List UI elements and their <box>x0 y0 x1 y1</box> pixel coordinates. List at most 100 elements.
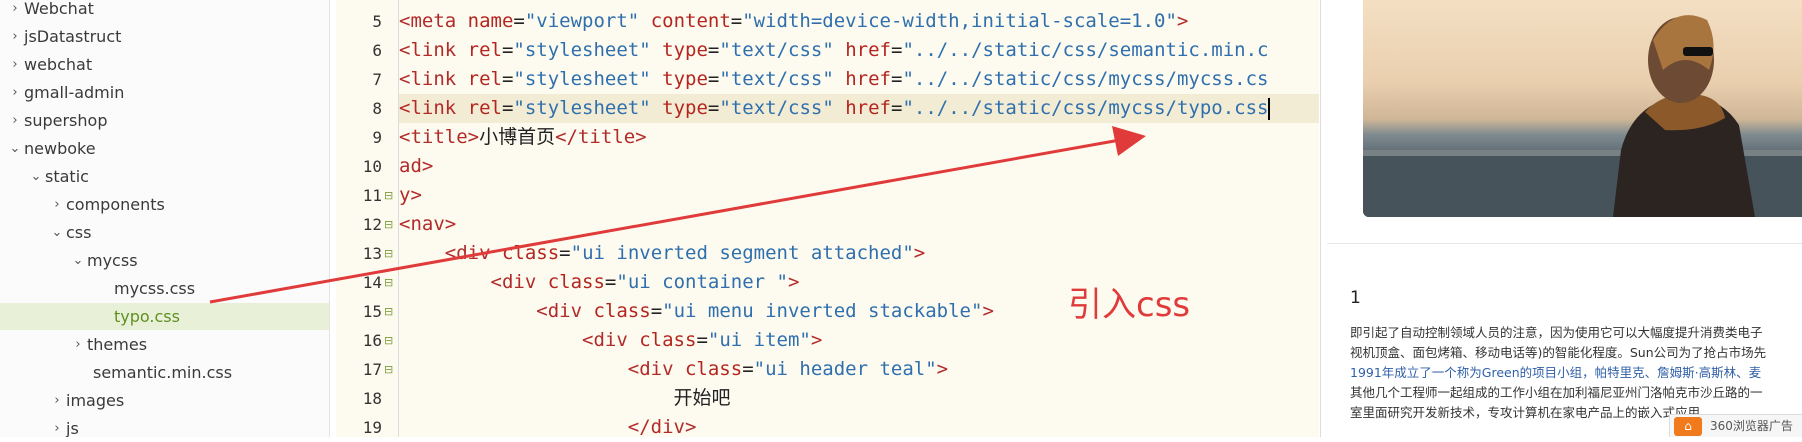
browser-ad-banner[interactable]: ⌂ 360浏览器广告 <box>1669 414 1802 437</box>
code-token: = <box>707 68 720 90</box>
code-line[interactable]: 开始吧 <box>399 384 1319 413</box>
chevron-down-icon[interactable]: ⌄ <box>71 247 85 274</box>
tree-item-label: mycss <box>87 251 138 270</box>
code-editor[interactable]: <meta name="viewport" content="width=dev… <box>399 0 1319 437</box>
code-line[interactable]: y> <box>399 181 1319 210</box>
code-line[interactable]: <div class="ui header teal"> <box>399 355 1319 384</box>
browser-preview: 1 即引起了自动控制领域人员的注意，因为使用它可以大幅度提升消费类电子 视机顶盒… <box>1320 0 1802 437</box>
fold-toggle-icon[interactable]: ⊟ <box>384 268 394 297</box>
code-token: href <box>845 39 891 61</box>
chevron-right-icon[interactable]: › <box>8 107 22 134</box>
code-token: = <box>890 68 903 90</box>
line-number: 15 <box>362 302 382 321</box>
fold-toggle-icon[interactable]: ⊟ <box>384 239 394 268</box>
code-token: content <box>650 10 731 32</box>
chevron-right-icon[interactable]: › <box>8 0 22 22</box>
code-token: "text/css" <box>719 97 834 119</box>
code-token: rel <box>467 39 502 61</box>
chevron-right-icon[interactable]: › <box>71 331 85 358</box>
chevron-right-icon[interactable]: › <box>8 51 22 78</box>
tree-item-label: css <box>66 223 92 242</box>
line-number: 18 <box>362 389 382 408</box>
code-token: "text/css" <box>719 39 834 61</box>
code-token: = <box>890 39 903 61</box>
tree-item-typo-css[interactable]: typo.css <box>0 303 329 330</box>
tree-item-themes[interactable]: › themes <box>0 331 329 358</box>
code-token: "ui container " <box>616 271 788 293</box>
tree-item-label: supershop <box>24 111 108 130</box>
chevron-right-icon[interactable]: › <box>8 23 22 50</box>
chevron-down-icon[interactable]: ⌄ <box>50 219 64 246</box>
tree-item-semantic-min-css[interactable]: semantic.min.css <box>0 359 329 386</box>
hero-photo <box>1363 0 1802 217</box>
article-line: 即引起了自动控制领域人员的注意，因为使用它可以大幅度提升消费类电子 <box>1350 325 1763 340</box>
tree-item-webchat[interactable]: › Webchat <box>0 0 329 22</box>
chevron-right-icon[interactable]: › <box>50 387 64 414</box>
article-paragraph: 即引起了自动控制领域人员的注意，因为使用它可以大幅度提升消费类电子 视机顶盒、面… <box>1350 323 1802 423</box>
tree-item-label: semantic.min.css <box>93 363 233 382</box>
code-line[interactable]: <div class="ui item"> <box>399 326 1319 355</box>
code-line[interactable]: <link rel="stylesheet" type="text/css" h… <box>399 65 1319 94</box>
tree-item-components[interactable]: › components <box>0 191 329 218</box>
fold-toggle-icon[interactable]: ⊟ <box>384 181 394 210</box>
tree-item-label: webchat <box>24 55 93 74</box>
tree-item-supershop[interactable]: › supershop <box>0 107 329 134</box>
chevron-down-icon[interactable]: ⌄ <box>29 163 43 190</box>
tree-item-label: jsDatastruct <box>24 27 122 46</box>
code-token: = <box>501 68 514 90</box>
tree-item-label: Webchat <box>24 0 94 18</box>
chevron-right-icon[interactable]: › <box>8 79 22 106</box>
fold-toggle-icon[interactable]: ⊟ <box>384 210 394 239</box>
chevron-right-icon[interactable]: › <box>50 191 64 218</box>
code-token: "text/css" <box>719 68 834 90</box>
tree-item-newboke[interactable]: ⌄ newboke <box>0 135 329 162</box>
code-token: rel <box>467 97 502 119</box>
code-token: > <box>982 300 994 322</box>
code-token: <link <box>399 68 468 90</box>
fold-toggle-icon[interactable]: ⊟ <box>384 326 394 355</box>
tree-item-js[interactable]: › js <box>0 415 329 437</box>
code-line[interactable]: ad> <box>399 152 1319 181</box>
code-line[interactable]: <meta name="viewport" content="width=dev… <box>399 7 1319 36</box>
code-line[interactable]: <link rel="stylesheet" type="text/css" h… <box>399 94 1319 123</box>
tree-item-label: gmall-admin <box>24 83 125 102</box>
tree-item-webchat[interactable]: › webchat <box>0 51 329 78</box>
line-number: 13 <box>362 244 382 263</box>
fold-toggle-icon[interactable]: ⊟ <box>384 355 394 384</box>
code-line[interactable]: <title>小博首页</title> <box>399 123 1319 152</box>
code-token: <div <box>627 358 685 380</box>
line-number: 8 <box>372 99 382 118</box>
tree-item-static[interactable]: ⌄ static <box>0 163 329 190</box>
tree-item-gmall-admin[interactable]: › gmall-admin <box>0 79 329 106</box>
tree-item-jsdatastruct[interactable]: › jsDatastruct <box>0 23 329 50</box>
code-token: name <box>467 10 514 32</box>
tree-item-mycss-css[interactable]: mycss.css <box>0 275 329 302</box>
code-token: </div> <box>627 416 697 437</box>
code-token: = <box>604 271 617 293</box>
line-number: 10 <box>362 157 382 176</box>
code-line[interactable]: <nav> <box>399 210 1319 239</box>
tree-item-mycss[interactable]: ⌄ mycss <box>0 247 329 274</box>
line-number-gutter: 5 6 7 8 9 10 11 ⊟ 12 ⊟ 13 ⊟ 14 ⊟ 15 ⊟ 16 ⊟ 17 ⊟ 18 19 <box>336 0 399 437</box>
code-line[interactable]: <link rel="stylesheet" type="text/css" h… <box>399 36 1319 65</box>
code-token: "ui inverted segment attached" <box>570 242 914 264</box>
code-token: href <box>845 97 891 119</box>
code-line[interactable]: </div> <box>399 413 1319 437</box>
code-token: = <box>707 97 720 119</box>
chevron-right-icon[interactable]: › <box>50 415 64 437</box>
tree-item-label: static <box>45 167 89 186</box>
chevron-down-icon[interactable]: ⌄ <box>8 135 22 162</box>
tree-item-css[interactable]: ⌄ css <box>0 219 329 246</box>
tree-item-images[interactable]: › images <box>0 387 329 414</box>
fold-toggle-icon[interactable]: ⊟ <box>384 297 394 326</box>
code-token: = <box>890 97 903 119</box>
tree-item-label: images <box>66 391 125 410</box>
code-token: <link <box>399 97 468 119</box>
preview-divider <box>1327 243 1802 244</box>
code-line[interactable]: <div class="ui inverted segment attached… <box>399 239 1319 268</box>
